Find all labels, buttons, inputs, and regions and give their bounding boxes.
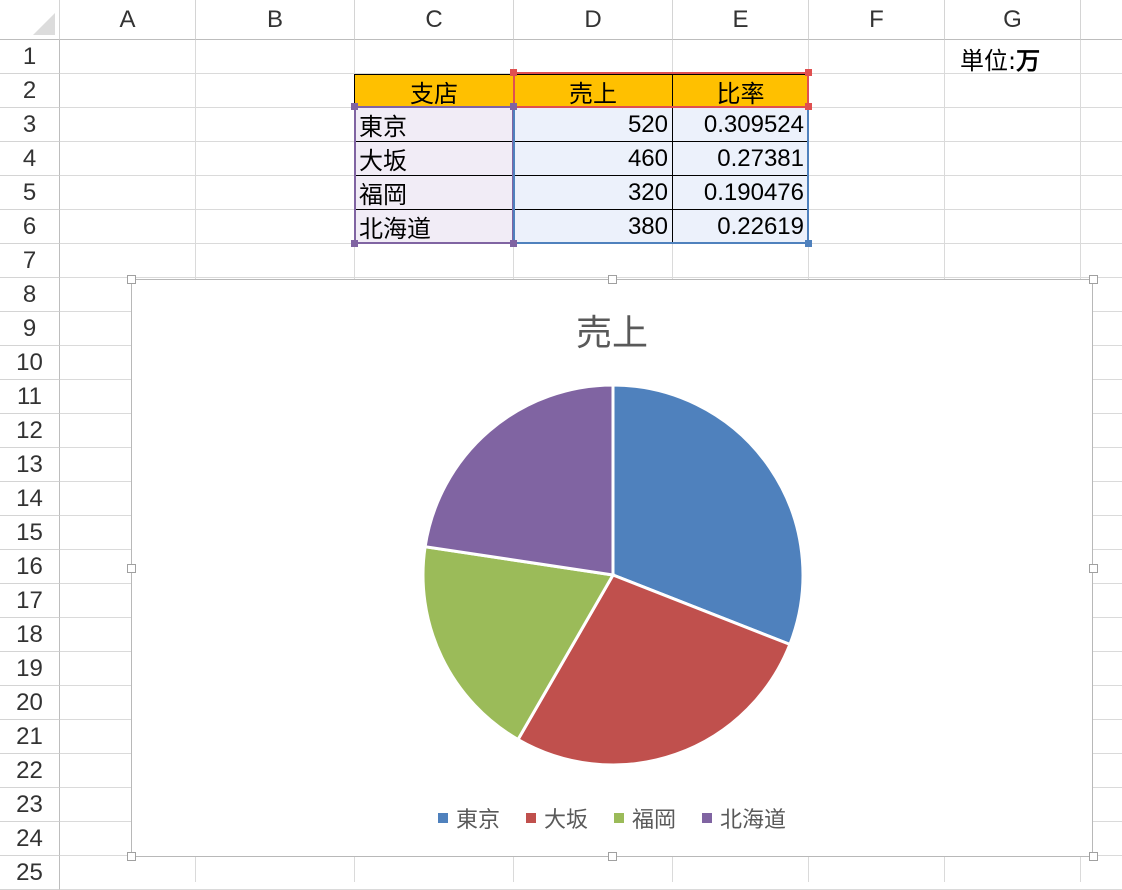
row-header-24[interactable]: 24: [0, 822, 60, 856]
legend-label: 北海道: [720, 808, 787, 833]
row-header-9[interactable]: 9: [0, 312, 60, 346]
range-handle[interactable]: [351, 103, 358, 110]
row-header-6[interactable]: 6: [0, 210, 60, 244]
column-header-c[interactable]: C: [355, 0, 514, 40]
unit-cell[interactable]: 単位: 万: [960, 42, 1041, 75]
row-header-17[interactable]: 17: [0, 584, 60, 618]
row-header-22[interactable]: 22: [0, 754, 60, 788]
legend-label: 東京: [455, 808, 500, 833]
column-header-a[interactable]: A: [60, 0, 196, 40]
unit-value: 万: [1016, 46, 1041, 75]
row-header-7[interactable]: 7: [0, 244, 60, 278]
pie-chart[interactable]: 売上 東京 大坂 福岡 北海道: [131, 279, 1093, 857]
row-header-4[interactable]: 4: [0, 142, 60, 176]
column-header-e[interactable]: E: [673, 0, 809, 40]
row-header-18[interactable]: 18: [0, 618, 60, 652]
range-handle[interactable]: [805, 69, 812, 76]
row-header-20[interactable]: 20: [0, 686, 60, 720]
category-range-highlight: [354, 106, 514, 244]
row-header-15[interactable]: 15: [0, 516, 60, 550]
chart-resize-handle[interactable]: [127, 564, 136, 573]
legend-item-osaka[interactable]: 大坂: [525, 802, 588, 834]
row-header-16[interactable]: 16: [0, 550, 60, 584]
chart-resize-handle[interactable]: [1089, 564, 1098, 573]
legend-swatch: [525, 813, 536, 823]
row-header-12[interactable]: 12: [0, 414, 60, 448]
values-range-highlight: [513, 106, 809, 244]
row-header-2[interactable]: 2: [0, 74, 60, 108]
row-header-14[interactable]: 14: [0, 482, 60, 516]
pie-slice-hokkaido[interactable]: [423, 383, 615, 577]
legend-item-hokkaido[interactable]: 北海道: [702, 802, 786, 834]
column-header-b[interactable]: B: [196, 0, 355, 40]
range-handle[interactable]: [805, 103, 812, 110]
legend-swatch: [614, 813, 624, 823]
range-handle[interactable]: [510, 69, 517, 76]
legend-swatch: [437, 813, 448, 823]
header-branch[interactable]: 支店: [354, 74, 514, 108]
row-header-11[interactable]: 11: [0, 380, 60, 414]
select-all-triangle: [33, 13, 55, 35]
column-header-f[interactable]: F: [809, 0, 945, 40]
chart-resize-handle[interactable]: [127, 275, 136, 284]
column-header-g[interactable]: G: [945, 0, 1081, 40]
legend-label: 大坂: [543, 808, 588, 833]
chart-resize-handle[interactable]: [1089, 852, 1098, 861]
grid-line: [60, 277, 1122, 278]
legend-item-fukuoka[interactable]: 福岡: [614, 802, 676, 834]
row-header-21[interactable]: 21: [0, 720, 60, 754]
range-handle[interactable]: [805, 240, 812, 247]
chart-resize-handle[interactable]: [127, 852, 136, 861]
range-handle[interactable]: [510, 103, 517, 110]
chart-resize-handle[interactable]: [1089, 275, 1098, 284]
select-all-corner[interactable]: [0, 0, 60, 40]
row-header-5[interactable]: 5: [0, 176, 60, 210]
unit-label: 単位:: [960, 46, 1017, 75]
row-header-1[interactable]: 1: [0, 40, 60, 74]
legend-item-tokyo[interactable]: 東京: [437, 802, 500, 834]
row-header-25[interactable]: 25: [0, 856, 60, 890]
legend-swatch: [702, 813, 713, 823]
row-header-10[interactable]: 10: [0, 346, 60, 380]
column-header-h[interactable]: [1081, 0, 1122, 40]
row-header-8[interactable]: 8: [0, 278, 60, 312]
pie-chart-plot[interactable]: [132, 280, 1092, 856]
row-header-13[interactable]: 13: [0, 448, 60, 482]
legend-label: 福岡: [632, 808, 677, 833]
chart-resize-handle[interactable]: [608, 275, 617, 284]
row-header-3[interactable]: 3: [0, 108, 60, 142]
chart-resize-handle[interactable]: [608, 852, 617, 861]
row-header-23[interactable]: 23: [0, 788, 60, 822]
chart-legend[interactable]: 東京 大坂 福岡 北海道: [132, 802, 1092, 834]
range-handle[interactable]: [510, 240, 517, 247]
row-header-19[interactable]: 19: [0, 652, 60, 686]
series-name-range-highlight: [513, 72, 809, 108]
range-handle[interactable]: [351, 240, 358, 247]
column-header-d[interactable]: D: [514, 0, 673, 40]
